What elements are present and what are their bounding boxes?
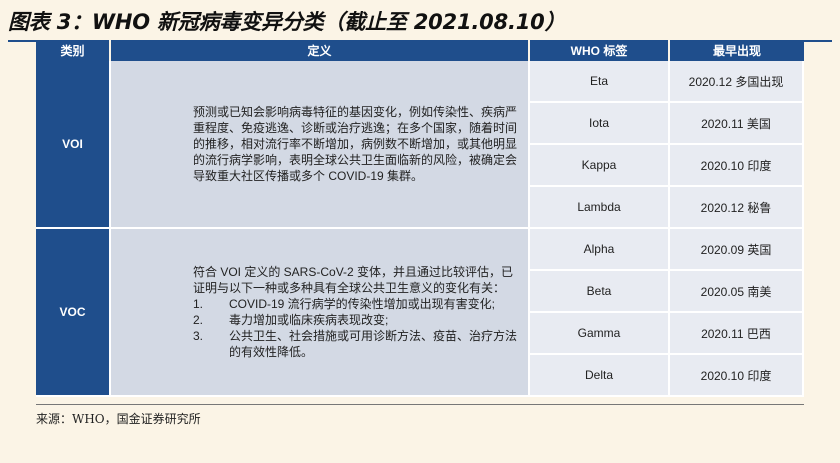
variant-label: Delta	[530, 355, 670, 397]
first-seen: 2020.11 美国	[670, 103, 804, 145]
definition-voc-text: 符合 VOI 定义的 SARS-CoV-2 变体，并且通过比较评估，已证明与以下…	[111, 264, 528, 360]
variant-label: Eta	[530, 61, 670, 103]
variant-table: 类别 定义 WHO 标签 最早出现 VOI 预测或已知会影响病毒特征的基因变化，…	[36, 40, 804, 397]
source-divider	[36, 404, 804, 405]
list-item-text: 公共卫生、社会措施或可用诊断方法、疫苗、治疗方法的有效性降低。	[229, 329, 518, 359]
variant-label: Iota	[530, 103, 670, 145]
variant-label: Beta	[530, 271, 670, 313]
table-header-row: 类别 定义 WHO 标签 最早出现	[36, 40, 804, 61]
definition-voc-intro: 符合 VOI 定义的 SARS-CoV-2 变体，并且通过比较评估，已证明与以下…	[193, 265, 514, 295]
list-item-number: 3.	[193, 329, 204, 343]
first-seen: 2020.12 秘鲁	[670, 187, 804, 229]
list-item-text: COVID-19 流行病学的传染性增加或出现有害变化;	[229, 297, 496, 311]
variant-label: Alpha	[530, 229, 670, 271]
definition-voc-list: 1. COVID-19 流行病学的传染性增加或出现有害变化; 2. 毒力增加或临…	[193, 296, 520, 360]
category-voc: VOC	[36, 229, 111, 397]
first-seen: 2020.05 南美	[670, 271, 804, 313]
page-title: 图表 3：WHO 新冠病毒变异分类（截止至 2021.08.10）	[8, 10, 566, 34]
header-definition: 定义	[111, 40, 530, 61]
first-seen: 2020.12 多国出现	[670, 61, 804, 103]
variant-label: Kappa	[530, 145, 670, 187]
category-voi: VOI	[36, 61, 111, 229]
first-seen: 2020.11 巴西	[670, 313, 804, 355]
list-item: 1. COVID-19 流行病学的传染性增加或出现有害变化;	[193, 296, 520, 312]
definition-voc: 符合 VOI 定义的 SARS-CoV-2 变体，并且通过比较评估，已证明与以下…	[111, 229, 530, 397]
variant-label: Gamma	[530, 313, 670, 355]
first-seen: 2020.10 印度	[670, 145, 804, 187]
list-item-number: 2.	[193, 313, 204, 327]
table-row: VOI 预测或已知会影响病毒特征的基因变化，例如传染性、疾病严重程度、免疫逃逸、…	[36, 61, 804, 229]
first-seen: 2020.09 英国	[670, 229, 804, 271]
first-seen: 2020.10 印度	[670, 355, 804, 397]
variant-label: Lambda	[530, 187, 670, 229]
table-row: VOC 符合 VOI 定义的 SARS-CoV-2 变体，并且通过比较评估，已证…	[36, 229, 804, 397]
definition-voi: 预测或已知会影响病毒特征的基因变化，例如传染性、疾病严重程度、免疫逃逸、诊断或治…	[111, 61, 530, 229]
definition-voi-text: 预测或已知会影响病毒特征的基因变化，例如传染性、疾病严重程度、免疫逃逸、诊断或治…	[193, 105, 518, 183]
header-first-seen: 最早出现	[670, 40, 804, 61]
list-item-text: 毒力增加或临床疾病表现改变;	[229, 313, 389, 327]
list-item: 2. 毒力增加或临床疾病表现改变;	[193, 312, 520, 328]
title-bar: 图表 3：WHO 新冠病毒变异分类（截止至 2021.08.10）	[8, 0, 832, 42]
header-who-label: WHO 标签	[530, 40, 670, 61]
header-category: 类别	[36, 40, 111, 61]
source-note: 来源：WHO，国金证券研究所	[36, 412, 201, 426]
list-item-number: 1.	[193, 297, 204, 311]
list-item: 3. 公共卫生、社会措施或可用诊断方法、疫苗、治疗方法的有效性降低。	[193, 328, 520, 360]
